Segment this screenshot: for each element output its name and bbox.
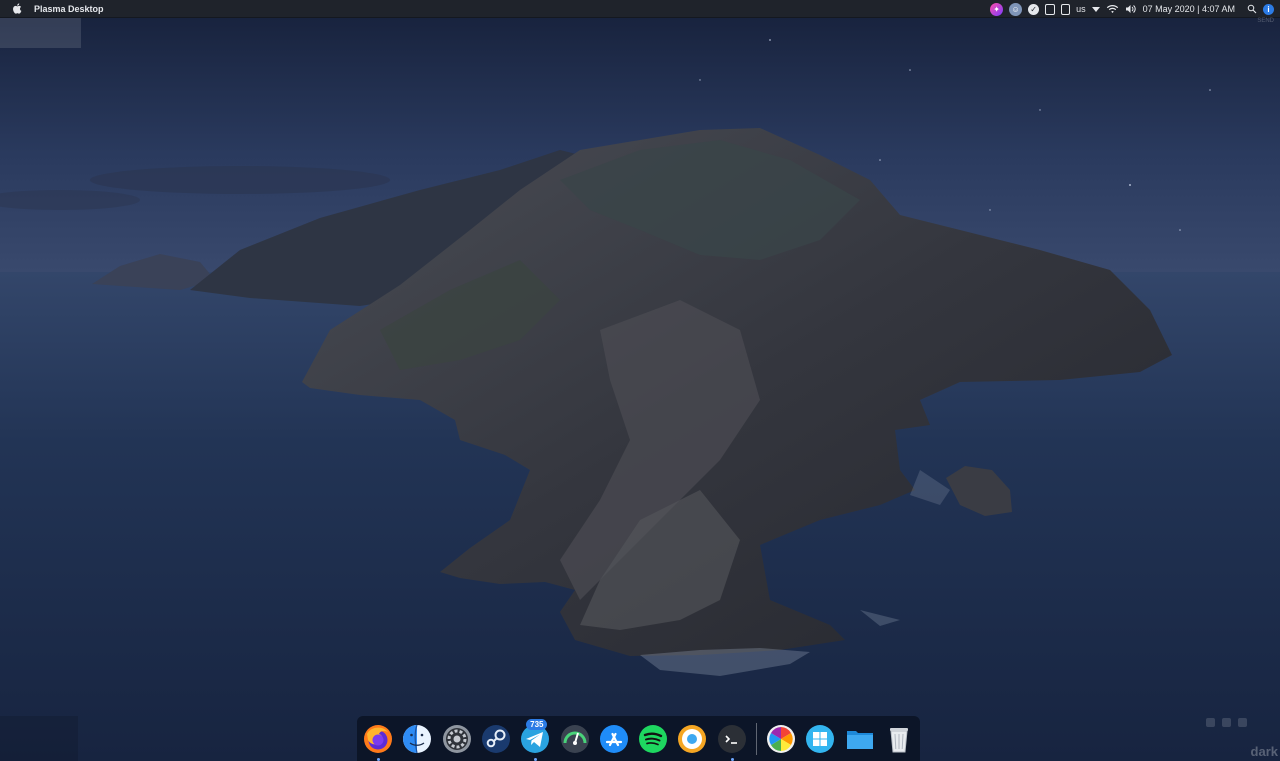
photos-icon (766, 724, 795, 753)
check-tray-icon[interactable]: ✓ (1028, 3, 1040, 15)
clock[interactable]: 07 May 2020 | 4:07 AM (1143, 4, 1235, 14)
dock-item-telegram[interactable]: 735 (518, 719, 552, 761)
wifi-icon[interactable] (1106, 4, 1119, 14)
pager-desktop-2[interactable] (1222, 718, 1231, 727)
dock-item-steam[interactable] (479, 721, 513, 756)
dock-item-spotify[interactable] (636, 721, 670, 756)
dock-item-files[interactable] (842, 721, 876, 756)
dock: 735 (357, 716, 920, 761)
volume-icon[interactable] (1125, 4, 1137, 14)
firefox-icon (364, 724, 393, 753)
apple-logo-icon (13, 3, 22, 14)
tray-expand-chevron-icon[interactable] (1091, 6, 1100, 12)
app-store-icon (599, 724, 628, 753)
trash-icon (889, 727, 908, 752)
watermark-logo-text: dark (1250, 744, 1278, 759)
terminal-icon (717, 724, 746, 753)
dock-item-app-store[interactable] (597, 721, 631, 756)
dock-item-photos[interactable] (764, 721, 798, 756)
clipboard-tray-icon[interactable] (1045, 3, 1056, 15)
dock-separator (755, 722, 757, 755)
spotify-icon (639, 724, 668, 753)
active-app-title[interactable]: Plasma Desktop (34, 4, 104, 14)
top-right-widget: SEND (1202, 18, 1280, 44)
finder-icon (403, 724, 432, 753)
search-icon[interactable] (1247, 4, 1257, 14)
windows-icon (806, 724, 835, 753)
application-menu-button[interactable] (0, 0, 34, 18)
dock-item-firefox[interactable] (361, 721, 395, 761)
user-avatar-tray-icon[interactable]: ☺ (1009, 2, 1023, 16)
dock-item-mail[interactable] (675, 721, 709, 756)
mail-icon (678, 724, 707, 753)
desktop-wallpaper (0, 0, 1280, 761)
settings-gear-icon (442, 724, 471, 753)
color-picker-tray-icon[interactable]: ✦ (990, 2, 1004, 16)
dock-item-terminal[interactable] (715, 721, 749, 761)
battery-tray-icon[interactable] (1061, 3, 1071, 15)
steam-icon (481, 724, 510, 753)
folder-icon (846, 730, 873, 749)
hot-corner-overlay (0, 18, 81, 48)
system-tray: ✦ ☺ ✓ us 07 May 2020 | 4:07 AM i (990, 0, 1280, 18)
unread-count-badge: 735 (526, 719, 548, 730)
top-panel: Plasma Desktop ✦ ☺ ✓ us 07 May 2020 | 4:… (0, 0, 1280, 18)
dock-item-windows[interactable] (803, 721, 837, 756)
bottom-left-widget (0, 716, 78, 761)
dock-item-system-monitor[interactable] (557, 721, 591, 756)
widget-hint-text: SEND (1257, 18, 1274, 24)
gauge-icon (560, 724, 589, 753)
pager-desktop-3[interactable] (1238, 718, 1247, 727)
dock-item-trash[interactable] (882, 721, 916, 756)
pager-desktop-1[interactable] (1206, 718, 1215, 727)
pager-widget: dark (1202, 712, 1280, 761)
keyboard-layout-indicator[interactable]: us (1076, 4, 1086, 14)
dock-item-system-settings[interactable] (440, 721, 474, 756)
dock-item-finder[interactable] (400, 721, 434, 756)
notifications-info-icon[interactable]: i (1263, 3, 1274, 15)
